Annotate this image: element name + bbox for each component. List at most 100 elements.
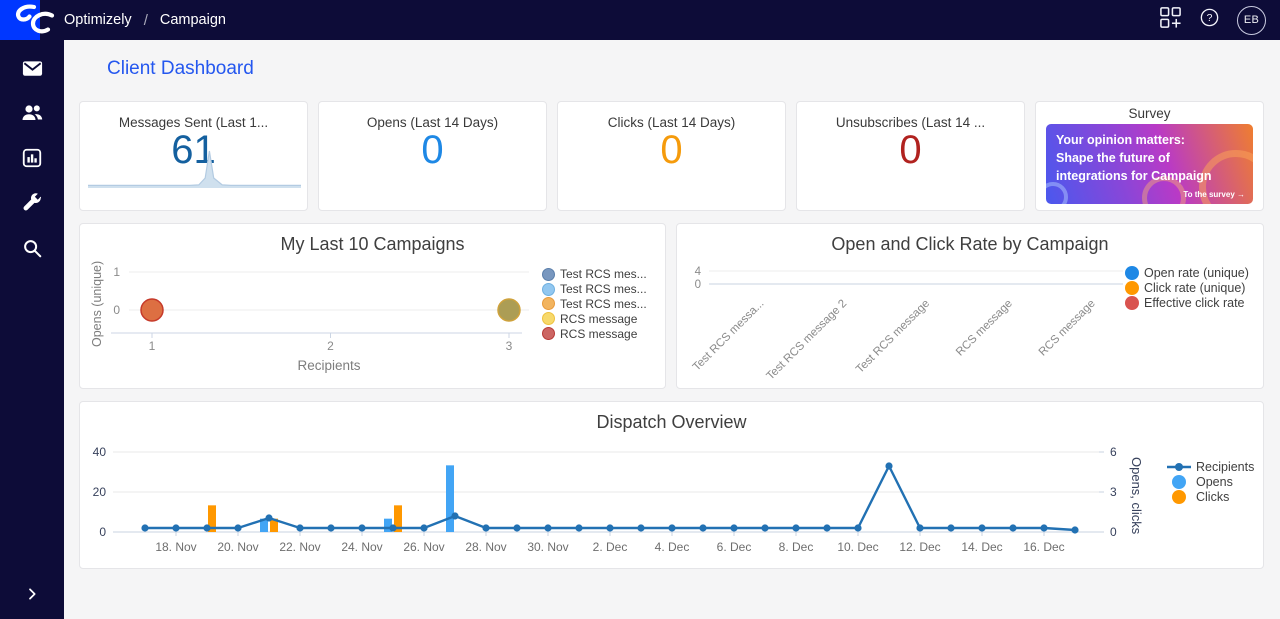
tick-label: 3 xyxy=(1110,485,1117,499)
messages-sent-sparkline xyxy=(88,148,301,190)
survey-message: Your opinion matters: Shape the future o… xyxy=(1046,124,1253,185)
kpi-card-opens: Opens (Last 14 Days) 0 xyxy=(318,101,547,211)
legend-item[interactable]: Open rate (unique) xyxy=(1125,266,1249,281)
tick-label: 2 xyxy=(327,339,334,353)
sidebar-item-mail[interactable] xyxy=(0,48,64,93)
main-content: Client Dashboard Messages Sent (Last 1..… xyxy=(64,40,1280,619)
topbar: Optimizely / Campaign ? EB xyxy=(0,0,1280,40)
date-label: 6. Dec xyxy=(717,540,752,554)
date-label: 28. Nov xyxy=(465,540,506,554)
help-icon: ? xyxy=(1199,7,1220,33)
sparkline-area xyxy=(88,151,301,188)
data-point xyxy=(1040,524,1047,531)
data-point xyxy=(699,524,706,531)
data-point xyxy=(451,512,458,519)
legend-label: Test RCS mes... xyxy=(560,267,647,281)
avatar[interactable]: EB xyxy=(1237,6,1266,35)
category-label: RCS message xyxy=(1037,298,1098,359)
sidebar-item-administration[interactable] xyxy=(0,183,64,228)
date-label: 26. Nov xyxy=(403,540,444,554)
legend-marker xyxy=(1167,475,1191,489)
data-point xyxy=(575,524,582,531)
sidebar-item-search[interactable] xyxy=(0,228,64,273)
date-label: 30. Nov xyxy=(527,540,568,554)
tick-label: 0 xyxy=(99,525,106,539)
date-label: 8. Dec xyxy=(779,540,814,554)
legend-item[interactable]: Test RCS mes... xyxy=(542,297,647,312)
legend-item[interactable]: Test RCS mes... xyxy=(542,282,647,297)
sidebar-expand-button[interactable] xyxy=(0,586,64,607)
data-point xyxy=(792,524,799,531)
legend-marker xyxy=(1167,490,1191,504)
data-point xyxy=(730,524,737,531)
data-point xyxy=(668,524,675,531)
app-window: Optimizely / Campaign ? EB Client Dashbo… xyxy=(0,0,1280,619)
breadcrumb-section[interactable]: Campaign xyxy=(160,12,226,28)
legend-label: RCS message xyxy=(560,312,637,326)
sparkline-line xyxy=(88,151,301,185)
data-point xyxy=(885,462,892,469)
legend-item[interactable]: Test RCS mes... xyxy=(542,267,647,282)
legend-marker xyxy=(542,312,555,325)
data-point xyxy=(265,514,272,521)
data-point xyxy=(482,524,489,531)
tick-label: 0 xyxy=(113,303,120,317)
legend-item[interactable]: Click rate (unique) xyxy=(1125,281,1249,296)
category-label: RCS message xyxy=(954,298,1015,359)
data-point-bubble[interactable] xyxy=(141,299,163,321)
date-label: 2. Dec xyxy=(593,540,628,554)
help-button[interactable]: ? xyxy=(1199,7,1220,33)
tick-label: 0 xyxy=(1110,525,1117,539)
y-axis-label: Opens (unique) xyxy=(90,254,104,354)
sidebar xyxy=(0,0,64,619)
legend-item[interactable]: Effective click rate xyxy=(1125,296,1249,311)
date-label: 10. Dec xyxy=(837,540,878,554)
survey-link[interactable]: To the survey → xyxy=(1183,190,1245,199)
legend-item[interactable]: Opens xyxy=(1167,475,1254,490)
data-point xyxy=(172,524,179,531)
kpi-value: 0 xyxy=(797,128,1024,173)
chart-legend: Open rate (unique)Click rate (unique)Eff… xyxy=(1125,266,1249,310)
breadcrumb-product[interactable]: Optimizely xyxy=(64,12,132,28)
tick-label: 20 xyxy=(93,485,107,499)
chart-legend: RecipientsOpensClicks xyxy=(1167,460,1254,504)
data-point xyxy=(1071,526,1078,533)
data-point xyxy=(327,524,334,531)
tick-label: 3 xyxy=(506,339,513,353)
date-label: 20. Nov xyxy=(217,540,258,554)
svg-text:?: ? xyxy=(1207,12,1213,24)
legend-label: Test RCS mes... xyxy=(560,282,647,296)
wrench-icon xyxy=(21,192,43,219)
category-label: Test RCS message xyxy=(854,298,932,376)
sidebar-item-reports[interactable] xyxy=(0,138,64,183)
data-point xyxy=(606,524,613,531)
legend-marker xyxy=(1167,461,1191,473)
legend-item[interactable]: RCS message xyxy=(542,311,647,326)
decorative-ring xyxy=(1046,182,1068,204)
rate-chart-card: Open and Click Rate by Campaign 40Test R… xyxy=(676,223,1264,389)
data-point xyxy=(854,524,861,531)
data-point xyxy=(544,524,551,531)
people-icon xyxy=(20,101,44,130)
date-label: 12. Dec xyxy=(899,540,940,554)
sidebar-item-recipients[interactable] xyxy=(0,93,64,138)
legend-item[interactable]: Clicks xyxy=(1167,490,1254,505)
optimizely-logo[interactable] xyxy=(0,0,64,40)
legend-label: Recipients xyxy=(1196,460,1254,474)
legend-item[interactable]: Recipients xyxy=(1167,460,1254,475)
data-point-bubble[interactable] xyxy=(498,299,520,321)
kpi-card-messages-sent: Messages Sent (Last 1... 61 xyxy=(79,101,308,211)
data-point xyxy=(823,524,830,531)
survey-card-title: Survey xyxy=(1036,106,1263,121)
legend-item[interactable]: RCS message xyxy=(542,326,647,341)
legend-marker xyxy=(1125,266,1139,280)
date-label: 4. Dec xyxy=(655,540,690,554)
kpi-card-unsubscribes: Unsubscribes (Last 14 ... 0 xyxy=(796,101,1025,211)
date-label: 14. Dec xyxy=(961,540,1002,554)
kpi-value: 0 xyxy=(319,128,546,173)
survey-banner[interactable]: Your opinion matters: Shape the future o… xyxy=(1046,124,1253,204)
legend-label: Test RCS mes... xyxy=(560,297,647,311)
legend-marker xyxy=(542,283,555,296)
app-switcher-button[interactable] xyxy=(1159,6,1182,34)
recipients-line xyxy=(145,466,1075,530)
